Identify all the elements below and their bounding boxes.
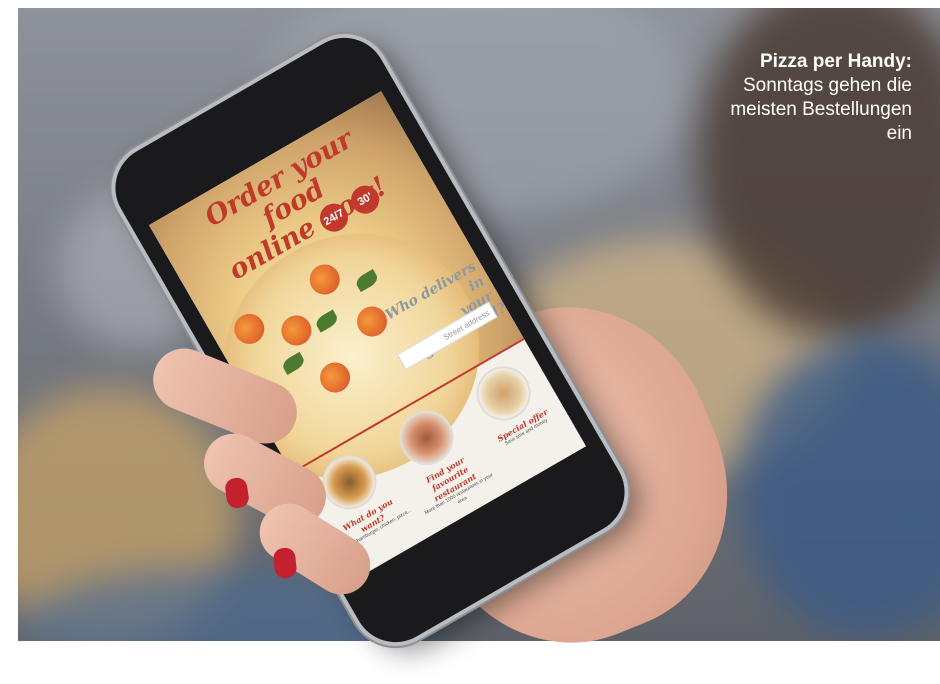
caption-bold: Pizza per Handy: xyxy=(759,51,912,72)
photo-caption: Pizza per Handy: Sonntags gehen die meis… xyxy=(700,50,912,146)
caption-text: Sonntags gehen die meisten Bestellungen … xyxy=(730,75,912,144)
phone-screen: Order your food online now! 24/7 30' Who… xyxy=(148,91,587,581)
fingernail xyxy=(272,546,298,580)
